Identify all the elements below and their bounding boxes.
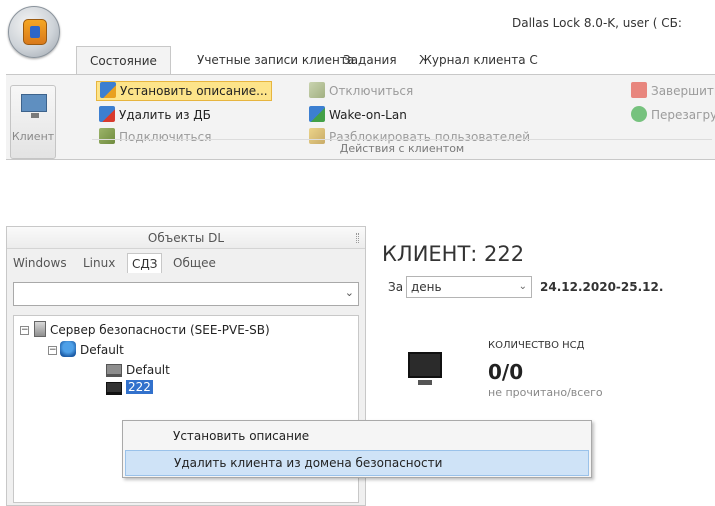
ribbon-group-label: Действия с клиентом (92, 139, 712, 157)
client-button-label: Клиент (11, 130, 55, 143)
title-bar: Dallas Lock 8.0-K, user ( СБ: (0, 0, 715, 58)
monitor-icon (408, 352, 442, 385)
tree-node-server-label: Сервер безопасности (SEE-PVE-SB) (50, 323, 270, 337)
kpi-subtitle: не прочитано/всего (488, 386, 603, 399)
subtab-windows[interactable]: Windows (9, 253, 71, 273)
app-menu-button[interactable] (8, 6, 60, 58)
period-prefix: За (388, 280, 404, 294)
remove-from-db-label: Удалить из ДБ (119, 108, 211, 122)
reboot-icon (631, 106, 647, 122)
subtab-linux[interactable]: Linux (79, 253, 119, 273)
window-title: Dallas Lock 8.0-K, user ( СБ: (512, 16, 682, 30)
computer-icon (106, 382, 122, 395)
client-title: КЛИЕНТ: 222 (382, 242, 525, 266)
tab-state[interactable]: Состояние (76, 46, 171, 75)
domain-icon (60, 341, 76, 357)
period-select[interactable]: день ⌄ (406, 276, 532, 298)
tree-node-client-default-label: Default (126, 363, 170, 377)
filter-combobox[interactable]: ⌄ (13, 282, 359, 306)
tree-node-domain[interactable]: Default (60, 340, 124, 360)
tree-toggle-server[interactable]: − (20, 326, 29, 335)
reboot-label: Перезагру (651, 108, 715, 122)
tree-node-client-default[interactable]: Default (106, 360, 170, 380)
object-type-tabs: Windows Linux СДЗ Общее (7, 249, 365, 275)
chevron-down-icon: ⌄ (518, 281, 527, 292)
app-logo-icon (23, 19, 47, 45)
wake-on-lan-button[interactable]: Wake-on-Lan (309, 105, 407, 125)
tree-node-domain-label: Default (80, 343, 124, 357)
date-range: 24.12.2020-25.12. (540, 280, 664, 294)
panel-grip-icon[interactable] (356, 233, 359, 243)
kpi-title: КОЛИЧЕСТВО НСД (488, 340, 585, 351)
kpi-value: 0/0 (488, 360, 524, 384)
tree-toggle-domain[interactable]: − (48, 346, 57, 355)
subtab-sdz[interactable]: СДЗ (127, 253, 163, 273)
client-button[interactable]: Клиент (10, 85, 56, 159)
shutdown-button[interactable]: Завершить (631, 81, 715, 101)
reboot-button[interactable]: Перезагру (631, 105, 715, 125)
computer-edit-icon (100, 82, 116, 98)
ribbon: Клиент Установить описание... Удалить из… (6, 74, 715, 160)
tree-node-client-selected[interactable]: 222 (106, 378, 153, 398)
tree-node-server[interactable]: Сервер безопасности (SEE-PVE-SB) (34, 320, 270, 340)
wake-icon (309, 106, 325, 122)
disconnect-label: Отключиться (329, 84, 414, 98)
server-icon (34, 321, 46, 337)
tree-node-client-selected-label: 222 (126, 380, 153, 394)
computer-remove-icon (99, 106, 115, 122)
panel-header: Объекты DL (7, 227, 365, 249)
computer-icon (106, 364, 122, 377)
remove-from-db-button[interactable]: Удалить из ДБ (99, 105, 211, 125)
set-description-button[interactable]: Установить описание... (96, 81, 272, 101)
ribbon-tabs: Состояние Учетные записи клиента Задания… (76, 46, 715, 75)
monitor-icon (21, 94, 47, 118)
stop-icon (631, 82, 647, 98)
period-select-value: день (411, 280, 442, 294)
chevron-down-icon: ⌄ (344, 286, 354, 299)
tab-client-journal[interactable]: Журнал клиента С (406, 46, 551, 74)
tab-tasks[interactable]: Задания (330, 46, 410, 74)
subtab-general[interactable]: Общее (169, 253, 220, 273)
unplug-icon (309, 82, 325, 98)
menu-item-remove-client[interactable]: Удалить клиента из домена безопасности (125, 450, 589, 476)
context-menu: Установить описание Удалить клиента из д… (122, 420, 592, 478)
shutdown-label: Завершить (651, 84, 715, 98)
disconnect-button[interactable]: Отключиться (309, 81, 413, 101)
wake-on-lan-label: Wake-on-Lan (329, 108, 407, 122)
menu-item-set-description[interactable]: Установить описание (125, 423, 589, 449)
set-description-label: Установить описание... (120, 84, 268, 98)
